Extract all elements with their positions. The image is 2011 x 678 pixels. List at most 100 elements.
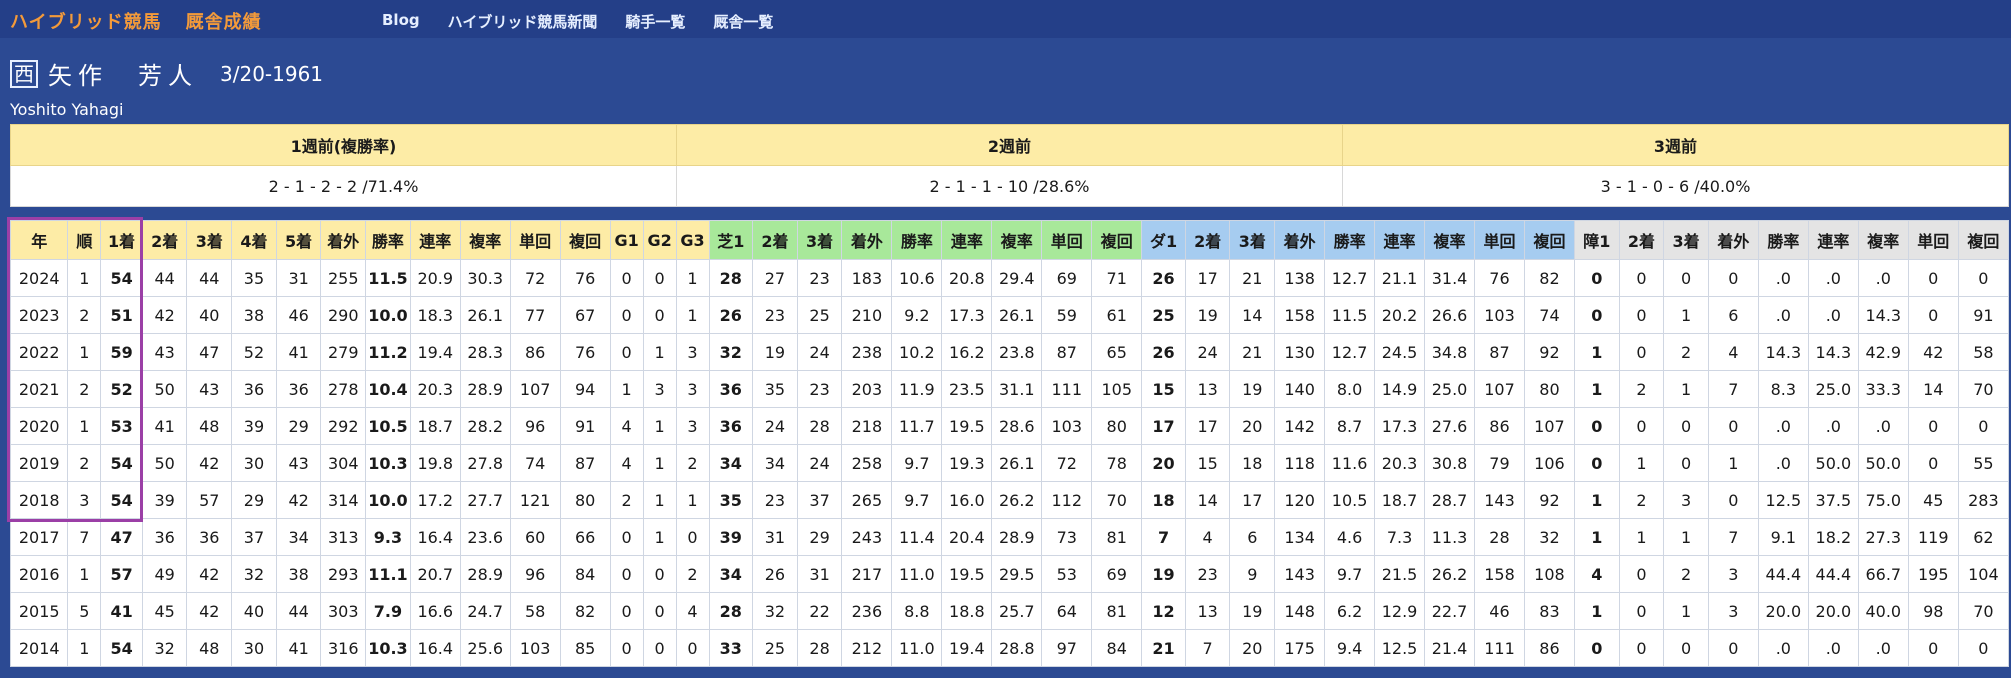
table-cell: 104 bbox=[1957, 555, 2010, 593]
table-cell: 19 bbox=[1229, 370, 1276, 408]
table-cell: 26.2 bbox=[1424, 555, 1475, 593]
jockey-name-en: Yoshito Yahagi bbox=[10, 100, 124, 119]
table-cell: 28 bbox=[796, 407, 843, 445]
table-cell: 31.4 bbox=[1424, 259, 1475, 297]
table-row: 2014 1 54 32 48 30 41 316 10.3 16.4 25.6 103 85 0 0 0 33… bbox=[9, 629, 2010, 667]
table-cell: 4 bbox=[1707, 333, 1759, 371]
table-cell: 236 bbox=[841, 592, 893, 630]
table-cell: 87 bbox=[559, 444, 611, 482]
table-cell: 4 bbox=[1573, 555, 1620, 593]
table-cell: 14.9 bbox=[1374, 370, 1426, 408]
table-cell: 14 bbox=[1184, 481, 1231, 519]
table-cell: 12.7 bbox=[1324, 259, 1376, 297]
table-cell: .0 bbox=[1757, 629, 1809, 667]
table-cell: 33.3 bbox=[1857, 370, 1909, 408]
table-cell: 28.3 bbox=[459, 333, 511, 371]
table-cell: 57 bbox=[100, 555, 143, 593]
site-brand[interactable]: ハイブリッド競馬 厩舎成績 bbox=[10, 8, 262, 34]
table-cell: 27.3 bbox=[1857, 518, 1909, 556]
table-cell: 44 bbox=[141, 259, 188, 297]
table-cell: 23 bbox=[752, 296, 798, 334]
table-cell: 26.1 bbox=[459, 296, 511, 334]
section-title[interactable]: 厩舎成績 bbox=[186, 12, 262, 33]
table-cell: 107 bbox=[1474, 370, 1525, 408]
week-2-header: 2週前 bbox=[676, 124, 1343, 166]
table-cell: 217 bbox=[841, 555, 893, 593]
table-cell: 70 bbox=[1957, 592, 2010, 630]
col-header: 2着 bbox=[1184, 220, 1231, 260]
table-cell: .0 bbox=[1857, 259, 1909, 297]
table-row: 2017 7 47 36 36 37 34 313 9.3 16.4 23.6 60 66 0 1 0 39 31… bbox=[9, 518, 2010, 556]
nav-link-blog[interactable]: Blog bbox=[382, 11, 420, 32]
table-cell: 31.1 bbox=[991, 370, 1043, 408]
table-cell: 30.8 bbox=[1424, 444, 1475, 482]
table-cell: 76 bbox=[1474, 259, 1525, 297]
region-badge: 西 bbox=[10, 59, 38, 88]
table-cell: 14 bbox=[1907, 370, 1959, 408]
table-cell: 8.0 bbox=[1324, 370, 1376, 408]
table-cell: 44 bbox=[186, 259, 233, 297]
table-cell: 76 bbox=[559, 259, 611, 297]
nav-link-newspaper[interactable]: ハイブリッド競馬新聞 bbox=[448, 11, 598, 32]
table-cell: 32 bbox=[752, 592, 798, 630]
table-cell: 11.1 bbox=[365, 555, 411, 593]
table-cell: 10.3 bbox=[365, 444, 411, 482]
table-cell: 238 bbox=[841, 333, 893, 371]
col-header: 2着 bbox=[752, 220, 798, 260]
table-cell: 43 bbox=[141, 333, 188, 371]
table-cell: 42 bbox=[275, 481, 322, 519]
table-cell: 12.7 bbox=[1324, 333, 1376, 371]
table-cell: 2022 bbox=[9, 333, 69, 371]
table-cell: 48 bbox=[186, 629, 233, 667]
table-cell: 86 bbox=[1523, 629, 1575, 667]
table-cell: 0 bbox=[609, 555, 644, 593]
table-cell: 71 bbox=[1091, 259, 1143, 297]
table-cell: 52 bbox=[231, 333, 277, 371]
table-cell: 16.6 bbox=[409, 592, 461, 630]
table-cell: 0 bbox=[1907, 259, 1959, 297]
table-cell: 82 bbox=[559, 592, 611, 630]
col-header: 5着 bbox=[275, 220, 322, 260]
table-cell: 15 bbox=[1141, 370, 1186, 408]
table-cell: 7 bbox=[1184, 629, 1231, 667]
table-cell: 40.0 bbox=[1857, 592, 1909, 630]
table-cell: 75.0 bbox=[1857, 481, 1909, 519]
table-cell: 34 bbox=[752, 444, 798, 482]
table-cell: 22.7 bbox=[1424, 592, 1475, 630]
col-header: 複率 bbox=[1424, 220, 1475, 260]
nav-link-jockey-list[interactable]: 騎手一覧 bbox=[625, 11, 685, 32]
table-cell: 3 bbox=[67, 481, 102, 519]
table-cell: 49 bbox=[141, 555, 188, 593]
table-cell: 19.5 bbox=[941, 407, 993, 445]
table-cell: 32 bbox=[708, 333, 754, 371]
nav-link-stable-list[interactable]: 厩舎一覧 bbox=[713, 11, 773, 32]
week-3-value: 3 - 1 - 0 - 6 /40.0% bbox=[1342, 165, 2009, 207]
table-cell: 74 bbox=[1523, 296, 1575, 334]
jockey-header: 西 矢作 芳人 3/20-1961 bbox=[10, 56, 323, 91]
table-cell: 37 bbox=[231, 518, 277, 556]
table-cell: 10.5 bbox=[1324, 481, 1376, 519]
table-cell: 19.3 bbox=[941, 444, 993, 482]
table-cell: 24 bbox=[796, 333, 843, 371]
table-cell: 38 bbox=[275, 555, 322, 593]
table-cell: 143 bbox=[1274, 555, 1326, 593]
table-cell: 0 bbox=[609, 518, 644, 556]
table-cell: 1 bbox=[642, 333, 677, 371]
table-cell: 87 bbox=[1041, 333, 1093, 371]
table-cell: 1 bbox=[67, 407, 102, 445]
table-cell: 2015 bbox=[9, 592, 69, 630]
table-cell: 17 bbox=[1229, 481, 1276, 519]
table-cell: 0 bbox=[1907, 407, 1959, 445]
week-1-header: 1週前(複勝率) bbox=[10, 124, 677, 166]
table-cell: 11.6 bbox=[1324, 444, 1376, 482]
table-cell: 7 bbox=[1707, 370, 1759, 408]
table-cell: 1 bbox=[642, 407, 677, 445]
table-cell: 148 bbox=[1274, 592, 1326, 630]
table-cell: 0 bbox=[1707, 259, 1759, 297]
col-header: 複率 bbox=[1857, 220, 1909, 260]
brand-title[interactable]: ハイブリッド競馬 bbox=[10, 12, 162, 33]
table-cell: 2017 bbox=[9, 518, 69, 556]
table-cell: 9.7 bbox=[891, 481, 943, 519]
table-cell: 29 bbox=[796, 518, 843, 556]
table-cell: 67 bbox=[559, 296, 611, 334]
